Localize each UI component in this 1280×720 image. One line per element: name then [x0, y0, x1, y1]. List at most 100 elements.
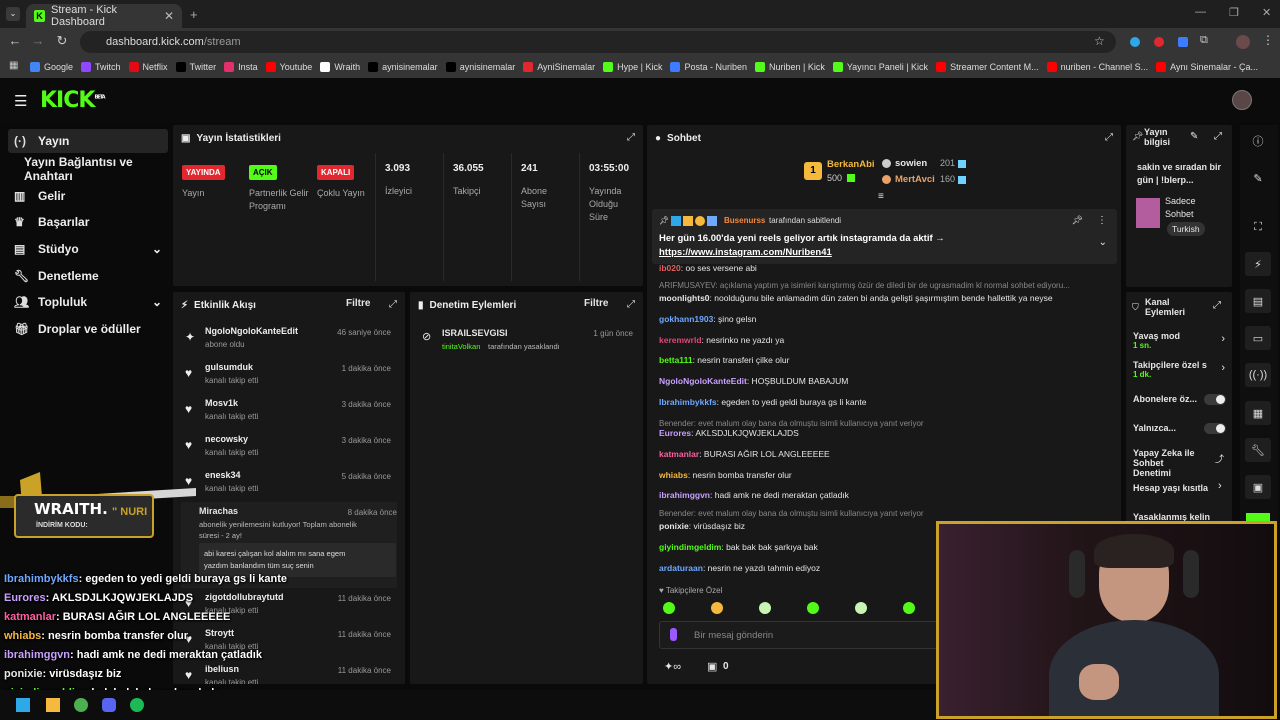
unpin-icon[interactable]: 📌︎: [1072, 215, 1083, 226]
emote-icon[interactable]: [903, 602, 915, 614]
bookmark-item[interactable]: Nuriben | Kick: [754, 62, 825, 72]
discord-icon[interactable]: [102, 698, 116, 712]
expand-icon[interactable]: ⤢: [627, 132, 635, 143]
expand-icon[interactable]: ⤢: [627, 299, 635, 310]
broadcast-icon[interactable]: ((·)): [1245, 363, 1271, 387]
chrome-icon[interactable]: [74, 698, 88, 712]
expand-icon[interactable]: ⤢: [1105, 132, 1113, 143]
chat-username[interactable]: ardaturaan: [659, 563, 703, 573]
chat-message[interactable]: Eurores: AKLSDJLKJQWJEKLAJDS: [659, 428, 799, 438]
bookmark-item[interactable]: Twitch: [81, 62, 121, 72]
bookmark-item[interactable]: nuriben - Channel S...: [1046, 62, 1148, 72]
emote-icon[interactable]: [711, 602, 723, 614]
layout-icon[interactable]: ▦: [1245, 401, 1271, 425]
forward-icon[interactable]: →: [29, 33, 47, 48]
filter-button[interactable]: Filtre: [584, 298, 608, 309]
chat-message[interactable]: Benender: evet malum olay bana da olmuşt…: [659, 509, 924, 518]
chat-username[interactable]: ibrahimggvn: [659, 490, 710, 500]
chat-message[interactable]: Ibrahimbykkfs: egeden to yedi geldi bura…: [659, 397, 866, 407]
top-gifter[interactable]: sowien: [895, 158, 927, 169]
profile-avatar[interactable]: [1236, 35, 1250, 49]
chat-icon[interactable]: ▭: [1245, 326, 1271, 350]
emote-picker-icon[interactable]: ✦∞: [664, 660, 681, 673]
bookmark-item[interactable]: Youtube: [265, 62, 312, 72]
language-tag[interactable]: Turkish: [1167, 222, 1205, 236]
wrench-icon[interactable]: 🔧︎: [1245, 438, 1271, 462]
emote-icon[interactable]: [759, 602, 771, 614]
extensions-puzzle-icon[interactable]: ⧉: [1200, 34, 1208, 47]
hamburger-menu-icon[interactable]: ☰: [14, 92, 27, 110]
chat-username[interactable]: ponixie: [659, 521, 689, 531]
tab-menu-icon[interactable]: ⌄: [6, 7, 20, 21]
chat-message[interactable]: ib020: oo ses versene abi: [659, 263, 757, 273]
nav-yayin[interactable]: (·) Yayın: [8, 129, 168, 153]
activity-event[interactable]: ♥ ibeliusn kanalı takip etti 11 dakika önce: [181, 662, 391, 684]
minimize-icon[interactable]: —: [1195, 6, 1206, 18]
window-close-icon[interactable]: ✕: [1262, 6, 1271, 19]
external-link-icon[interactable]: ⤴: [1215, 452, 1224, 465]
account-age-row[interactable]: Hesap yaşı kısıtla: [1133, 483, 1208, 493]
nav-baglanti[interactable]: Yayın Bağlantısı ve Anahtarı: [8, 155, 168, 183]
folder-icon[interactable]: [46, 698, 60, 712]
chat-username[interactable]: whiabs: [659, 470, 688, 480]
chat-message[interactable]: ARIFMUSAYEV: açıklama yaptım ya isimleri…: [659, 281, 1070, 290]
new-tab-icon[interactable]: +: [190, 7, 198, 22]
extension-icon[interactable]: [1154, 37, 1164, 47]
bookmark-item[interactable]: Streamer Content M...: [936, 62, 1039, 72]
pen-icon[interactable]: ✎: [1245, 166, 1271, 190]
document-icon[interactable]: ▤: [1245, 289, 1271, 313]
bookmark-star-icon[interactable]: ☆: [1094, 34, 1105, 48]
browser-tab[interactable]: K Stream - Kick Dashboard ✕: [26, 4, 182, 28]
subs-only-toggle[interactable]: [1204, 394, 1226, 405]
nav-gelir[interactable]: ▥ Gelir: [8, 184, 168, 208]
bookmark-item[interactable]: Google: [30, 62, 73, 72]
chat-username[interactable]: NgoloNgoloKanteEdit: [659, 376, 747, 386]
close-icon[interactable]: ✕: [164, 9, 174, 23]
emote-only-toggle[interactable]: [1204, 423, 1226, 434]
address-bar[interactable]: dashboard.kick.com/stream: [80, 31, 1116, 53]
chat-message[interactable]: gokhann1903: şino gelsn: [659, 314, 756, 324]
filter-lines-icon[interactable]: ≡: [878, 191, 884, 202]
emote-icon[interactable]: [855, 602, 867, 614]
followers-mode-row[interactable]: Takipçilere özel s1 dk. ›: [1133, 360, 1229, 379]
user-avatar[interactable]: [1232, 90, 1252, 110]
nav-denetleme[interactable]: 🔧︎ Denetleme: [8, 264, 168, 288]
bookmark-item[interactable]: Wraith: [320, 62, 360, 72]
activity-event[interactable]: ✦ NgoloNgoloKanteEdit abone oldu 46 saniye …: [181, 324, 391, 358]
bookmark-item[interactable]: Insta: [224, 62, 258, 72]
chat-username[interactable]: moonlights0: [659, 293, 710, 303]
bookmark-item[interactable]: aynisinemalar: [445, 62, 515, 72]
chat-message[interactable]: ponixie: virüsdaşız biz: [659, 521, 745, 531]
chat-username[interactable]: gokhann1903: [659, 314, 713, 324]
filter-button[interactable]: Filtre: [346, 298, 370, 309]
gift-icon[interactable]: ▣: [1245, 475, 1271, 499]
chat-message[interactable]: ardaturaan: nesrin ne yazdı tahmin ediyo…: [659, 563, 820, 573]
bookmark-item[interactable]: Yayıncı Paneli | Kick: [832, 62, 928, 72]
chat-message[interactable]: moonlights0: noolduğunu bile anlamadım d…: [659, 293, 1053, 303]
chat-message[interactable]: NgoloNgoloKanteEdit: HOŞBULDUM BABAJUM: [659, 376, 848, 386]
info-icon[interactable]: ⓘ: [1245, 129, 1271, 153]
chat-message[interactable]: katmanlar: BURASI AĞIR LOL ANGLEEEEE: [659, 449, 830, 459]
pinned-link[interactable]: https://www.instagram.com/Nuriben41: [659, 247, 832, 258]
bookmark-item[interactable]: Posta - Nuriben: [670, 62, 747, 72]
ai-moderation-label[interactable]: Yapay Zeka ile Sohbet Denetimi: [1133, 448, 1203, 478]
chat-message[interactable]: whiabs: nesrin bomba transfer olur: [659, 470, 792, 480]
slow-mode-row[interactable]: Yavaş mod 1 sn. ›: [1133, 331, 1229, 350]
activity-event[interactable]: ♥ enesk34 kanalı takip etti 5 dakika önce: [181, 468, 391, 502]
expand-icon[interactable]: ⤢: [1214, 131, 1222, 142]
bookmark-item[interactable]: aynisinemalar: [368, 62, 438, 72]
maximize-icon[interactable]: ❐: [1229, 6, 1239, 19]
expand-icon[interactable]: ⤢: [1213, 300, 1221, 311]
emote-icon[interactable]: [807, 602, 819, 614]
activity-event[interactable]: ♥ gulsumduk kanalı takip etti 1 dakika önce: [181, 360, 391, 394]
chat-message[interactable]: ibrahimggvn: hadi amk ne dedi meraktan ç…: [659, 490, 849, 500]
chat-input[interactable]: Bir mesaj gönderin: [659, 621, 939, 649]
chat-username[interactable]: ib020: [659, 263, 681, 273]
top-gifter[interactable]: BerkanAbi: [827, 159, 875, 170]
chat-username[interactable]: giyindimgeldim: [659, 542, 721, 552]
kick-logo[interactable]: KICKBETA: [40, 88, 106, 113]
pinned-by-user[interactable]: Busenurss: [724, 216, 765, 225]
start-icon[interactable]: [16, 698, 30, 712]
apps-grid-icon[interactable]: ▦: [9, 60, 18, 71]
activity-event[interactable]: ♥ Mosv1k kanalı takip etti 3 dakika önce: [181, 396, 391, 430]
